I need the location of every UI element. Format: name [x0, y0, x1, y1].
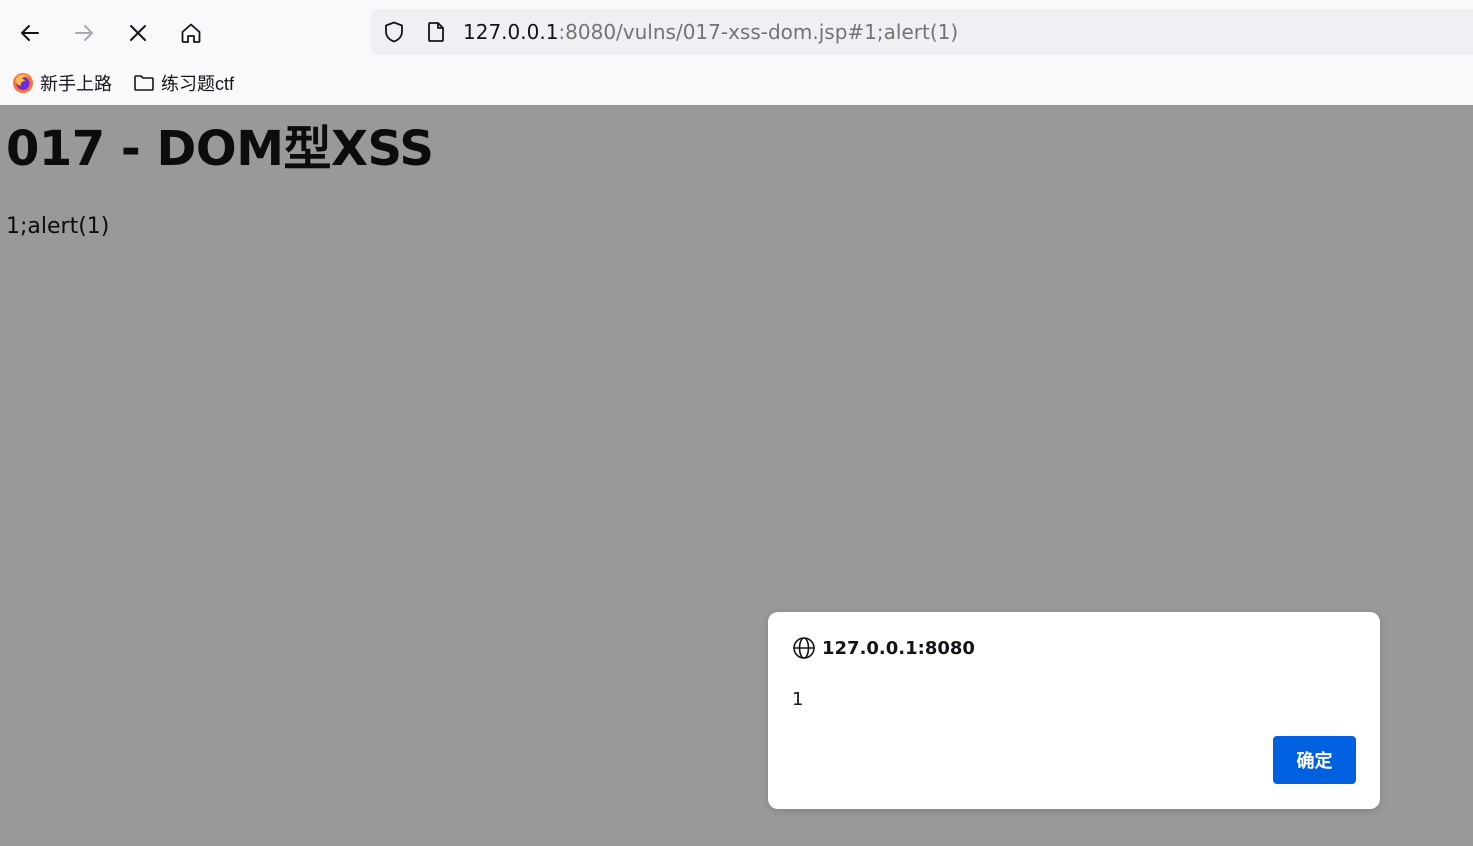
bookmark-folder-ctf[interactable]: 练习题ctf: [133, 70, 234, 96]
bookmark-label: 练习题ctf: [161, 74, 235, 94]
arrow-right-icon: [75, 25, 93, 41]
alert-dialog: 127.0.0.1:8080 1 确定: [768, 612, 1380, 809]
bookmarks-toolbar: 新手上路 练习题ctf: [0, 64, 1473, 104]
stop-button[interactable]: [119, 14, 157, 52]
url-text[interactable]: 127.0.0.1:8080/vulns/017-xss-dom.jsp#1;a…: [463, 20, 958, 44]
globe-icon: [792, 636, 816, 660]
ok-button[interactable]: 确定: [1273, 736, 1356, 784]
navigation-toolbar: 127.0.0.1:8080/vulns/017-xss-dom.jsp#1;a…: [0, 0, 1473, 64]
dialog-message: 1: [792, 689, 804, 710]
bookmark-getting-started[interactable]: 新手上路: [12, 70, 112, 96]
address-bar[interactable]: 127.0.0.1:8080/vulns/017-xss-dom.jsp#1;a…: [371, 9, 1473, 55]
arrow-left-icon: [21, 25, 39, 41]
forward-button[interactable]: [65, 14, 103, 52]
dialog-origin: 127.0.0.1:8080: [792, 636, 975, 660]
folder-icon: [133, 72, 155, 94]
close-icon: [130, 25, 146, 41]
page-icon[interactable]: [424, 20, 448, 44]
home-button[interactable]: [172, 14, 210, 52]
page-title: 017 - DOM型XSS: [6, 121, 434, 177]
browser-chrome: 127.0.0.1:8080/vulns/017-xss-dom.jsp#1;a…: [0, 0, 1473, 106]
url-path: :8080/vulns/017-xss-dom.jsp#1;alert(1): [558, 20, 959, 44]
url-host: 127.0.0.1: [463, 20, 559, 44]
back-button[interactable]: [11, 14, 49, 52]
home-icon: [181, 23, 201, 43]
page-output-text: 1;alert(1): [6, 214, 110, 239]
firefox-icon: [12, 72, 34, 94]
dialog-origin-text: 127.0.0.1:8080: [822, 637, 975, 659]
shield-icon[interactable]: [382, 20, 406, 44]
bookmark-label: 新手上路: [40, 74, 112, 94]
